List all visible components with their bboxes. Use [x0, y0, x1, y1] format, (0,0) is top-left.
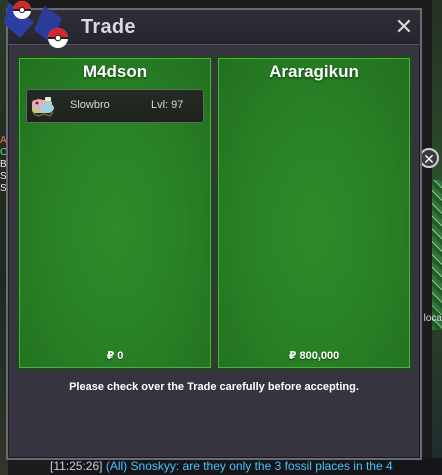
my-player-name: M4dson: [82, 62, 148, 81]
chat-channel: (All): [105, 459, 128, 473]
chat-message: Snoskyy: are they only the 3 fossil plac…: [130, 459, 393, 473]
chat-timestamp: [11:25:26]: [50, 459, 103, 473]
close-icon[interactable]: ✕: [394, 16, 414, 38]
my-money-offer: ₽ 0: [106, 350, 124, 362]
background-close-icon[interactable]: ✕: [419, 148, 439, 168]
trade-warning-note: Please check over the Trade carefully be…: [69, 381, 359, 393]
partner-player-name: Araragikun: [269, 62, 359, 81]
partner-offer-panel: Araragikun ₽ 800,000: [216, 56, 412, 370]
offered-pokemon-slot[interactable]: Slowbro Lvl: 97: [26, 89, 204, 123]
slowbro-icon: [32, 97, 54, 117]
trade-window: Trade ✕ M4dson Slowbro Lvl: 97 ₽ 0 Arara: [6, 8, 422, 460]
pokemon-level: Lvl: 97: [151, 99, 184, 111]
pokemon-name: Slowbro: [70, 99, 110, 111]
pokeball-logo-icon: [4, 1, 68, 48]
chat-line: [11:25:26] (All) Snoskyy: are they only …: [50, 458, 442, 475]
partner-money-offer: ₽ 800,000: [288, 350, 340, 362]
my-offer-panel: M4dson Slowbro Lvl: 97 ₽ 0: [17, 56, 213, 370]
game-world-grass: [432, 180, 442, 330]
game-screen: ACBSS ✕ loca [11:25:26] (All) Snoskyy: a…: [0, 0, 442, 475]
trade-title: Trade: [81, 16, 136, 38]
